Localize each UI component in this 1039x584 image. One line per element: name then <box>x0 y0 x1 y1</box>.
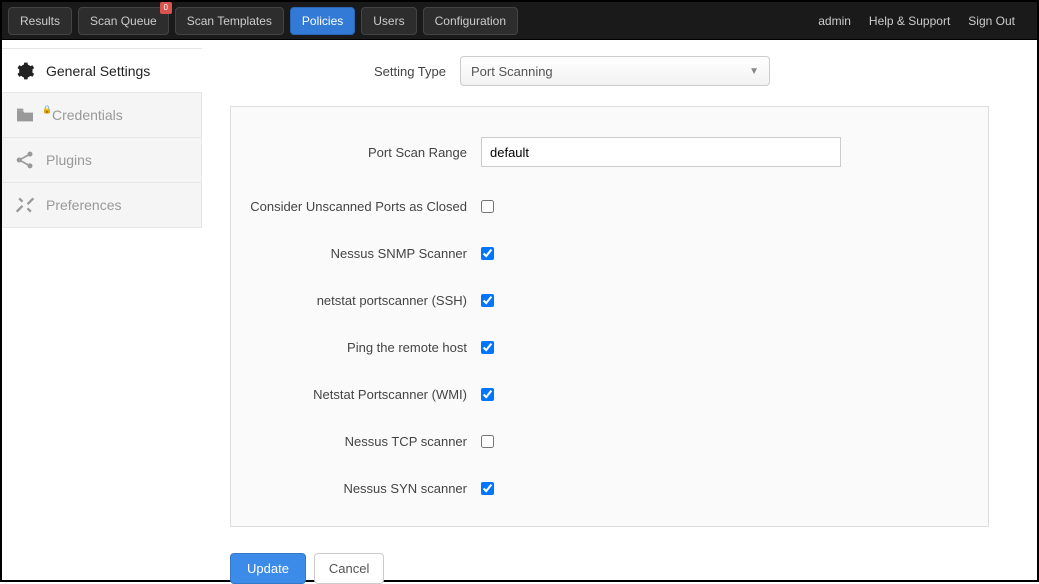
nav-configuration[interactable]: Configuration <box>423 7 518 35</box>
nav-scan-queue-label: Scan Queue <box>90 14 157 28</box>
snmp-scanner-checkbox[interactable] <box>481 247 494 260</box>
signout-link[interactable]: Sign Out <box>968 14 1015 28</box>
nav-results[interactable]: Results <box>8 7 72 35</box>
netstat-wmi-checkbox[interactable] <box>481 388 494 401</box>
sidebar-item-label: Credentials <box>52 107 123 123</box>
nav-users[interactable]: Users <box>361 7 416 35</box>
sidebar-item-label: Plugins <box>46 152 92 168</box>
option-label: Consider Unscanned Ports as Closed <box>241 199 481 214</box>
option-label: netstat portscanner (SSH) <box>241 293 481 308</box>
folder-icon <box>14 107 36 123</box>
port-scan-range-input[interactable] <box>481 137 841 167</box>
ping-host-checkbox[interactable] <box>481 341 494 354</box>
share-icon <box>14 150 36 170</box>
nav-scan-templates[interactable]: Scan Templates <box>175 7 284 35</box>
option-label: Nessus TCP scanner <box>241 434 481 449</box>
scan-queue-badge: 0 <box>160 2 172 14</box>
cancel-button[interactable]: Cancel <box>314 553 384 584</box>
option-label: Nessus SNMP Scanner <box>241 246 481 261</box>
help-link[interactable]: Help & Support <box>869 14 950 28</box>
chevron-down-icon: ▼ <box>749 66 759 77</box>
setting-type-value: Port Scanning <box>471 64 553 79</box>
user-link[interactable]: admin <box>818 14 851 28</box>
nav-scan-queue[interactable]: Scan Queue 0 <box>78 7 169 35</box>
tools-icon <box>14 195 36 215</box>
main-content: Setting Type Port Scanning ▼ Port Scan R… <box>202 40 1037 580</box>
sidebar-item-plugins[interactable]: Plugins <box>2 138 202 183</box>
gear-icon <box>14 61 36 81</box>
tcp-scanner-checkbox[interactable] <box>481 435 494 448</box>
nav-policies[interactable]: Policies <box>290 7 355 35</box>
option-label: Netstat Portscanner (WMI) <box>241 387 481 402</box>
option-label: Nessus SYN scanner <box>241 481 481 496</box>
sidebar-item-preferences[interactable]: Preferences <box>2 183 202 228</box>
sidebar-item-credentials[interactable]: 🔒 Credentials <box>2 93 202 138</box>
lock-icon: 🔒 <box>42 105 52 114</box>
sidebar: General Settings 🔒 Credentials Plugins P… <box>2 40 202 580</box>
setting-type-select[interactable]: Port Scanning ▼ <box>460 56 770 86</box>
sidebar-item-general-settings[interactable]: General Settings <box>2 48 202 93</box>
sidebar-item-label: General Settings <box>46 63 150 79</box>
unscanned-ports-checkbox[interactable] <box>481 200 494 213</box>
port-scan-range-label: Port Scan Range <box>241 145 481 160</box>
top-navbar: Results Scan Queue 0 Scan Templates Poli… <box>2 2 1037 40</box>
update-button[interactable]: Update <box>230 553 306 584</box>
setting-type-label: Setting Type <box>230 64 460 79</box>
option-label: Ping the remote host <box>241 340 481 355</box>
form-panel: Port Scan Range Consider Unscanned Ports… <box>230 106 989 527</box>
sidebar-item-label: Preferences <box>46 197 121 213</box>
netstat-ssh-checkbox[interactable] <box>481 294 494 307</box>
syn-scanner-checkbox[interactable] <box>481 482 494 495</box>
